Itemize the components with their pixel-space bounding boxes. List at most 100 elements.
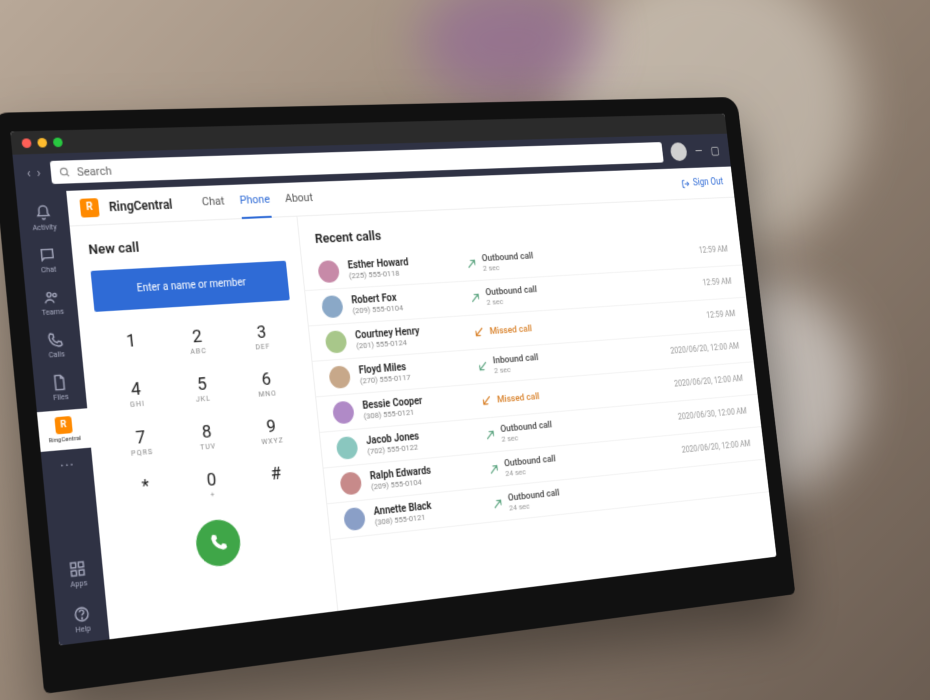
nav-back-icon[interactable]: ‹ (26, 166, 31, 181)
keypad-digit: # (270, 463, 282, 485)
contact-avatar (325, 330, 348, 354)
app-title: RingCentral (108, 197, 173, 214)
keypad-key-3[interactable]: 3DEF (234, 315, 290, 359)
contact-avatar (332, 401, 355, 425)
rail-item-help[interactable]: Help (55, 596, 110, 645)
contact-avatar (336, 436, 359, 460)
call-timestamp: 12:59 AM (702, 277, 732, 288)
call-type: Outbound call2 sec (465, 242, 692, 273)
keypad-letters: GHI (130, 400, 146, 410)
nav-arrows: ‹ › (26, 165, 41, 180)
call-button[interactable] (194, 518, 242, 569)
rail-label: Help (75, 624, 91, 634)
dialer-title: New call (88, 233, 285, 258)
keypad-key-8[interactable]: 8TUV (178, 414, 236, 460)
dialer-input[interactable]: Enter a name or member (91, 261, 290, 312)
call-timestamp: 2020/06/20, 12:00 AM (681, 439, 751, 455)
tab-chat[interactable]: Chat (200, 184, 226, 221)
ellipsis-icon: ··· (59, 458, 75, 476)
rail-item-apps[interactable]: Apps (51, 551, 106, 600)
rail-label: Apps (70, 579, 88, 590)
close-window-icon[interactable] (21, 138, 31, 148)
call-type-label: Missed call (489, 323, 532, 337)
keypad-key-5[interactable]: 5JKL (173, 366, 231, 412)
call-timestamp: 2020/06/30, 12:00 AM (678, 407, 748, 423)
keypad-key-0[interactable]: 0+ (183, 461, 241, 508)
top-right-controls: — ▢ (670, 141, 721, 161)
rail-label: Activity (32, 223, 57, 232)
rail-item-chat[interactable]: Chat (21, 239, 75, 282)
tab-about[interactable]: About (283, 181, 314, 217)
keypad-digit: 9 (265, 416, 276, 437)
keypad-letters: JKL (196, 394, 212, 403)
rail-label: Chat (41, 265, 57, 274)
rail-item-files[interactable]: Files (33, 366, 87, 410)
call-duration: 2 sec (486, 295, 538, 307)
contact-info: Bessie Cooper(308) 555-0121 (362, 392, 473, 421)
minimize-icon[interactable]: — (694, 145, 703, 158)
user-avatar[interactable] (670, 142, 688, 161)
keypad-letters: ABC (190, 347, 207, 356)
call-direction-icon (481, 394, 493, 407)
keypad-key-9[interactable]: 9WXYZ (243, 408, 299, 454)
call-timestamp: 2020/06/20, 12:00 AM (674, 374, 744, 389)
keypad-letters: WXYZ (261, 436, 284, 446)
call-direction-icon (477, 360, 489, 373)
keypad-key-1[interactable]: 1 (102, 323, 161, 369)
rail-item-teams[interactable]: Teams (25, 281, 79, 324)
keypad-key-7[interactable]: 7PQRS (111, 419, 170, 466)
keypad-digit: 0 (206, 469, 218, 491)
contact-info: Jacob Jones(702) 555-0122 (366, 426, 477, 456)
call-timestamp: 12:59 AM (706, 310, 736, 321)
keypad-key-6[interactable]: 6MNO (238, 361, 294, 406)
tabs: Chat Phone About (200, 181, 314, 221)
apps-icon (68, 559, 86, 578)
rail-item-ringcentral[interactable]: R RingCentral (37, 408, 91, 452)
minimize-window-icon[interactable] (37, 137, 47, 147)
keypad-digit: 3 (256, 322, 267, 343)
chat-icon (38, 246, 56, 264)
contact-info: Courtney Henry(201) 555-0124 (355, 323, 466, 350)
keypad-digit: 8 (201, 422, 213, 444)
keypad-digit: 4 (130, 379, 142, 401)
people-icon (42, 289, 60, 307)
keypad-digit: 5 (196, 374, 208, 395)
sign-out-link[interactable]: Sign Out (681, 177, 723, 189)
dialer-keypad: 1 2ABC3DEF4GHI5JKL6MNO7PQRS8TUV9WXYZ* 0+… (96, 314, 310, 515)
rail-item-more[interactable]: ··· (41, 450, 94, 485)
call-type: Missed call (481, 380, 667, 407)
help-icon (73, 605, 91, 624)
rail-label: Teams (41, 307, 64, 317)
ringcentral-logo-icon: R (79, 198, 99, 218)
signout-label: Sign Out (693, 177, 724, 188)
call-duration: 2 sec (482, 261, 534, 273)
keypad-key-#[interactable]: # (248, 455, 304, 501)
recent-calls-panel: Recent calls Esther Howard(225) 555-0118… (297, 198, 776, 611)
tab-phone[interactable]: Phone (238, 182, 272, 219)
keypad-digit: 7 (135, 427, 147, 449)
fullscreen-icon[interactable]: ▢ (710, 144, 720, 157)
maximize-window-icon[interactable] (53, 137, 63, 147)
contact-info: Floyd Miles(270) 555-0117 (358, 357, 469, 385)
rail-item-activity[interactable]: Activity (17, 197, 71, 239)
rail-item-calls[interactable]: Calls (29, 323, 83, 367)
keypad-digit: 2 (191, 326, 203, 347)
content-area: R RingCentral Chat Phone About Sign Out (66, 166, 776, 639)
contact-info: Ralph Edwards(209) 555-0104 (369, 461, 480, 492)
keypad-key-2[interactable]: 2ABC (169, 319, 227, 364)
contact-avatar (321, 295, 344, 318)
rail-label: Calls (48, 350, 65, 360)
contact-info: Annette Black(308) 555-0121 (373, 495, 485, 527)
call-direction-icon (469, 292, 481, 304)
contact-avatar (343, 507, 366, 532)
keypad-key-4[interactable]: 4GHI (107, 371, 166, 417)
nav-forward-icon[interactable]: › (36, 165, 41, 180)
keypad-key-*[interactable]: * (116, 467, 175, 515)
call-direction-icon (488, 463, 500, 476)
bell-icon (34, 204, 52, 222)
file-icon (50, 373, 68, 391)
contact-info: Robert Fox(209) 555-0104 (351, 289, 462, 316)
contact-avatar (328, 365, 351, 389)
keypad-digit: 6 (261, 369, 272, 390)
keypad-letters: PQRS (131, 448, 154, 458)
